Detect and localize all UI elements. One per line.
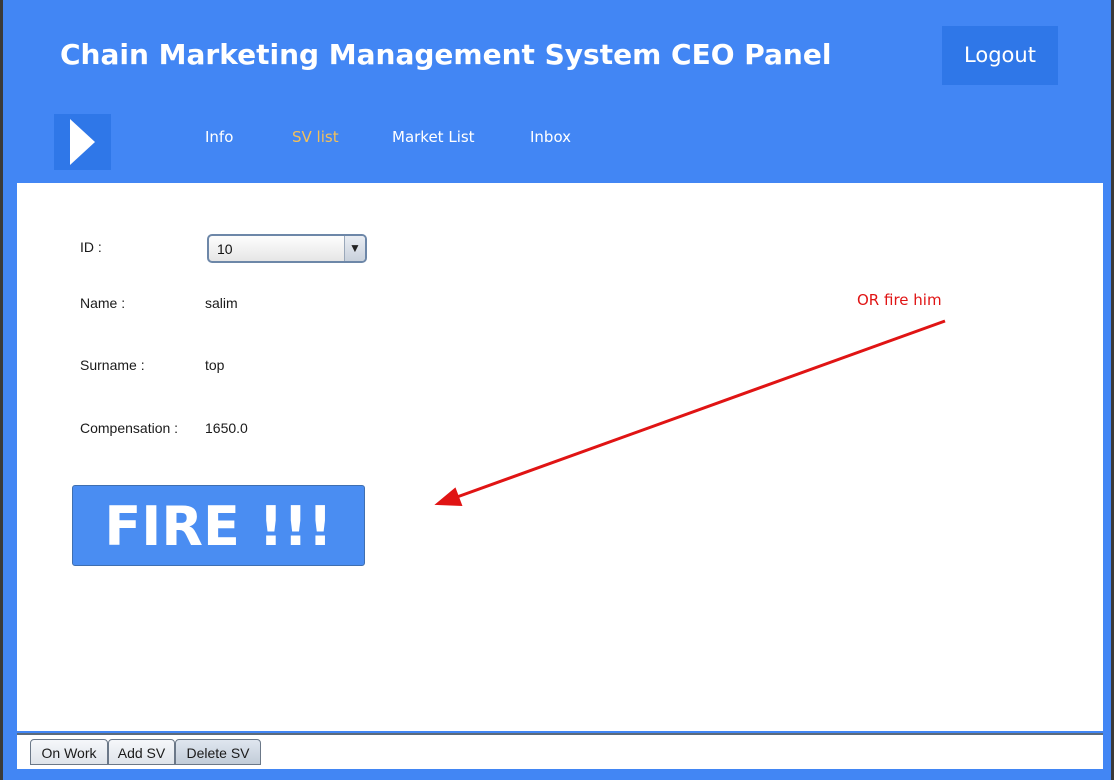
logout-button[interactable]: Logout: [942, 26, 1058, 85]
nav-item-market-list[interactable]: Market List: [392, 128, 475, 146]
nav-item-inbox[interactable]: Inbox: [530, 128, 571, 146]
app-title: Chain Marketing Management System CEO Pa…: [60, 38, 832, 71]
tab-add-sv[interactable]: Add SV: [108, 739, 175, 765]
play-triangle-icon: [70, 119, 95, 165]
tab-delete-sv[interactable]: Delete SV: [175, 739, 261, 765]
bottom-tab-strip: On Work Add SV Delete SV: [17, 733, 1103, 769]
nav-item-sv-list[interactable]: SV list: [292, 128, 339, 146]
tab-on-work[interactable]: On Work: [30, 739, 108, 765]
menu-toggle-button[interactable]: [54, 114, 111, 170]
annotation-arrow-icon: [434, 319, 946, 507]
nav-item-info[interactable]: Info: [205, 128, 233, 146]
app-window: Chain Marketing Management System CEO Pa…: [3, 0, 1111, 780]
content-panel: ID : 10 ▼ Name : salim Surname : top Com…: [17, 183, 1103, 731]
